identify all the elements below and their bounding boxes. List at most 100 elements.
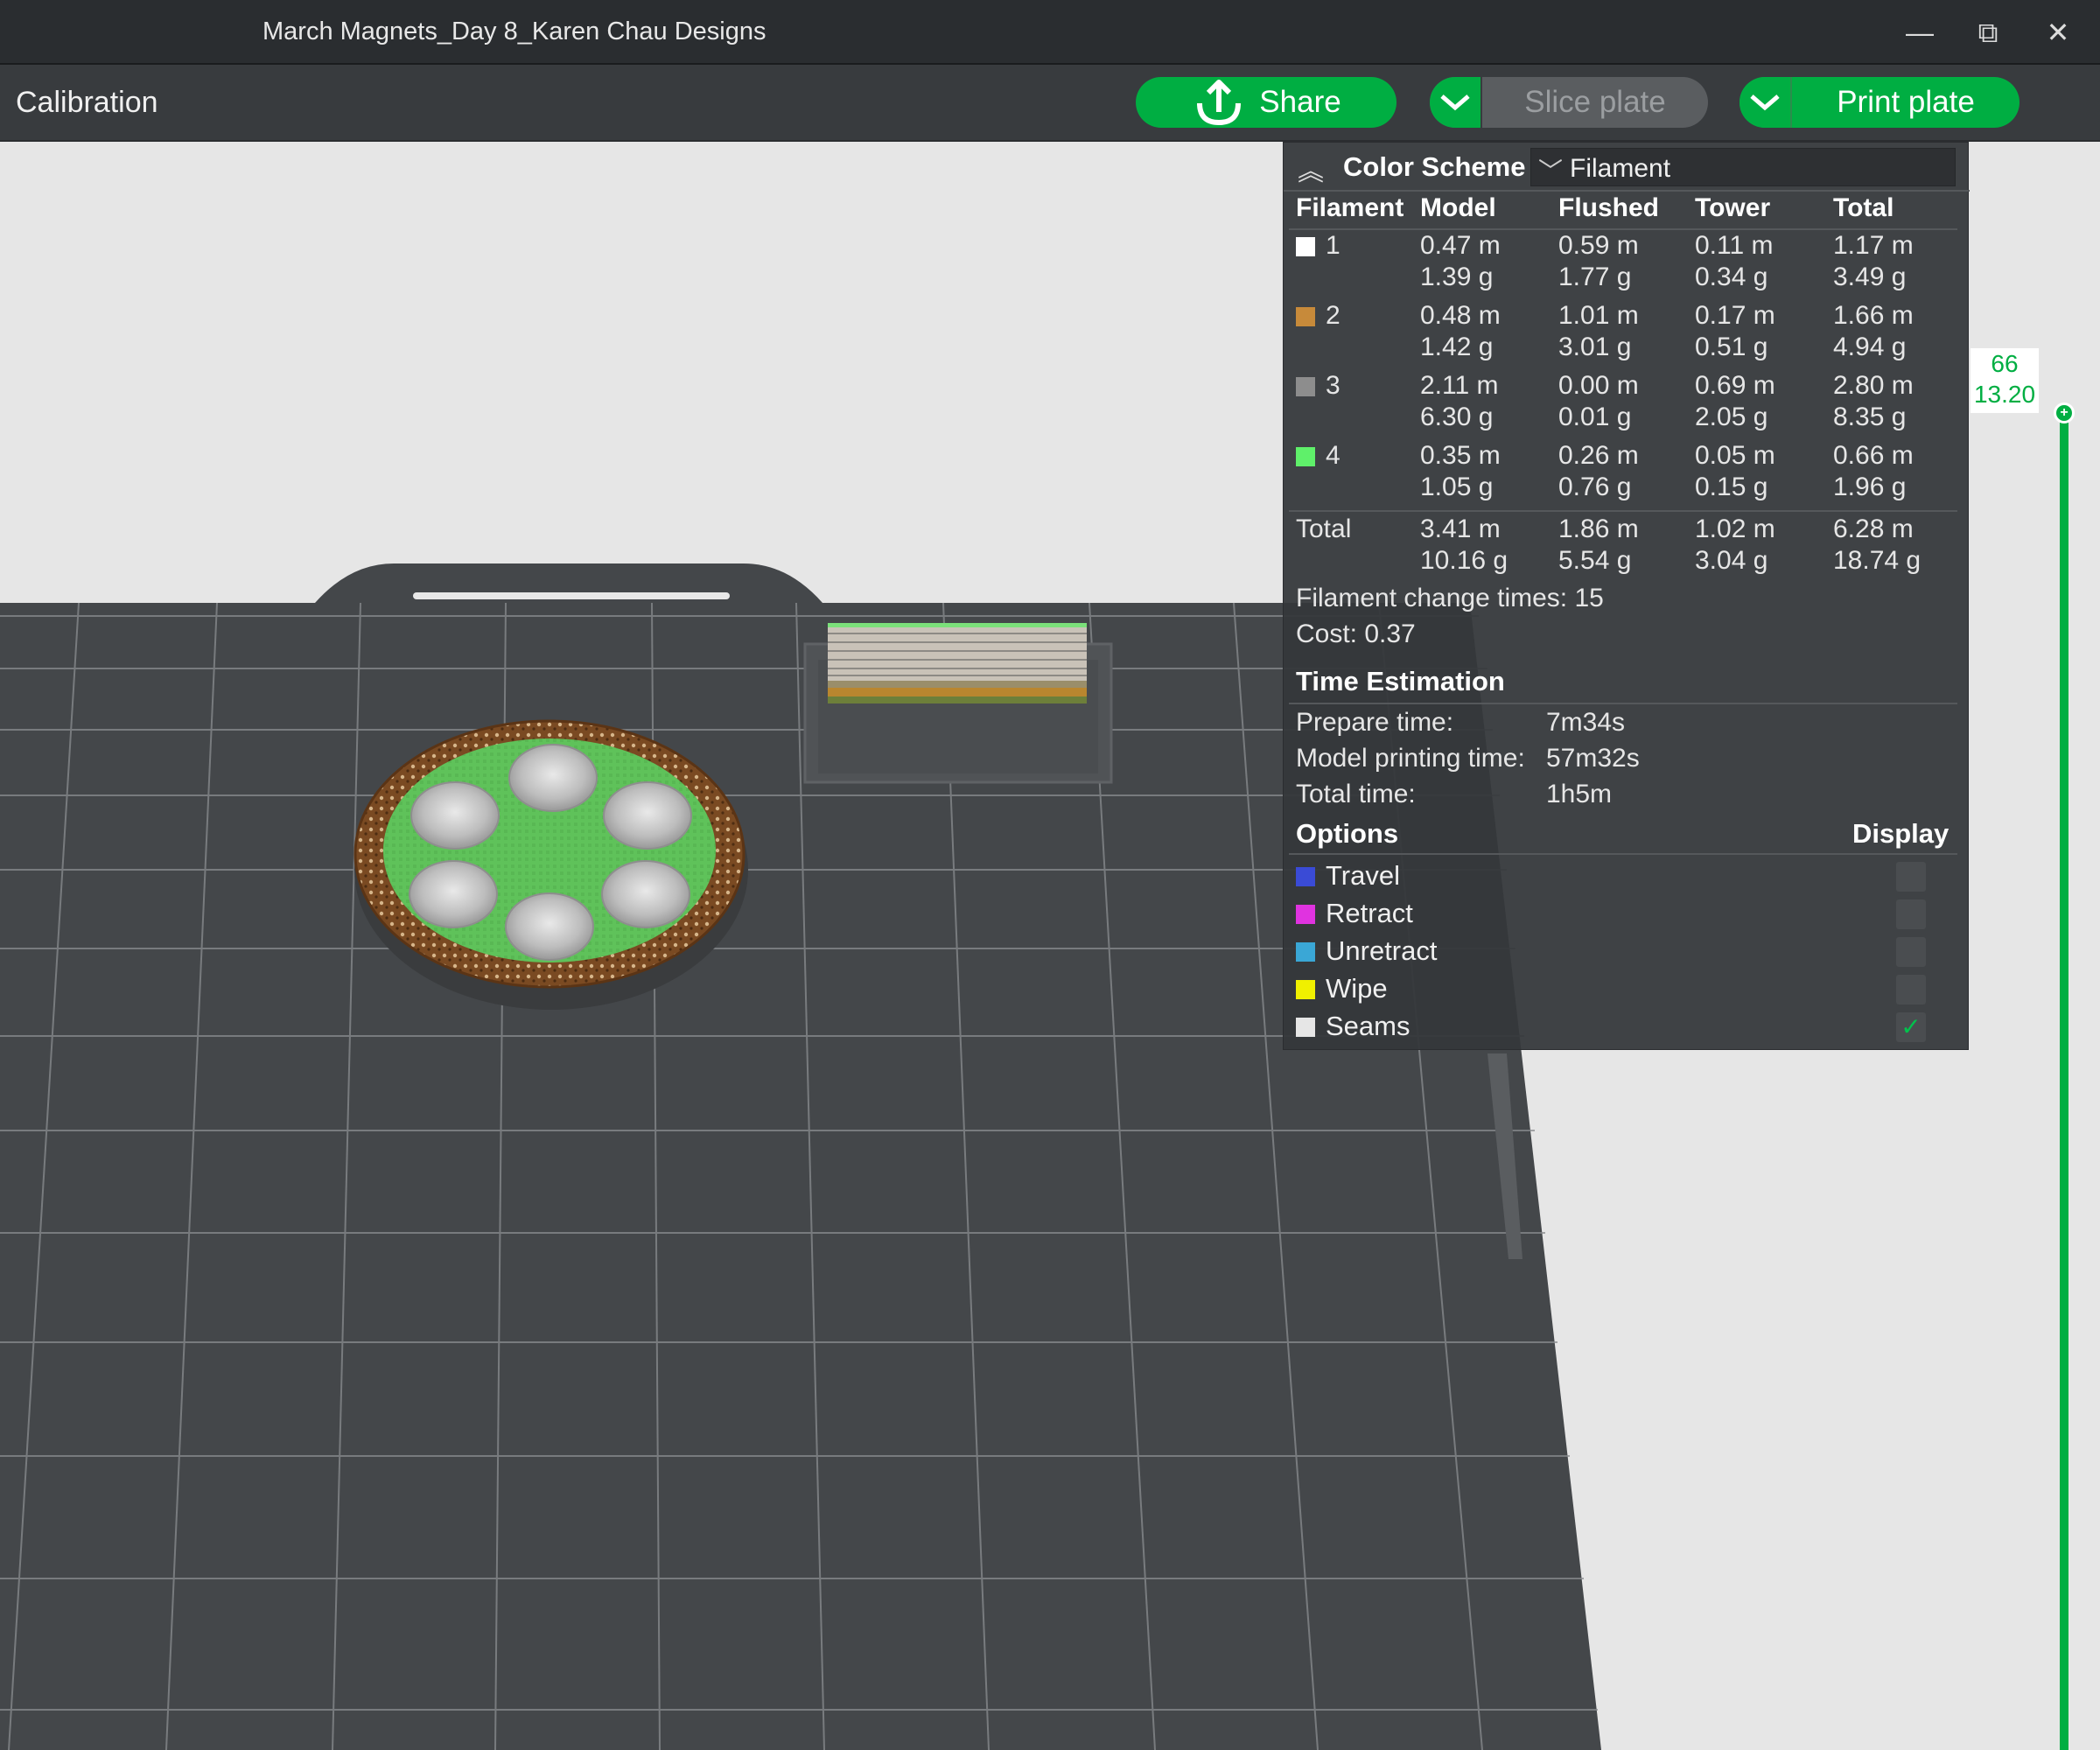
- option-wipe: Wipe: [1284, 971, 1970, 1009]
- layer-height: 13.20: [1973, 381, 2036, 408]
- filament-id: 2: [1326, 301, 1340, 330]
- total-weight: 8.35 g: [1833, 402, 1907, 431]
- total-length: 2.80 m: [1833, 371, 1914, 400]
- total-divider: [1289, 510, 1957, 512]
- prepare-time-value: 7m34s: [1546, 708, 1626, 737]
- tower-weight: 0.51 g: [1695, 332, 1768, 361]
- header-filament: Filament: [1296, 193, 1404, 222]
- total-time-value: 1h5m: [1546, 780, 1613, 808]
- layer-slider-track[interactable]: [2060, 413, 2068, 1750]
- options-title: Options: [1296, 818, 1399, 849]
- model-length: 0.35 m: [1420, 441, 1501, 470]
- total-tower-length: 1.02 m: [1695, 514, 1775, 543]
- layer-readout: 66 13.20: [1970, 348, 2039, 413]
- chevron-down-icon: [1440, 94, 1470, 111]
- collapse-icon[interactable]: ︽: [1298, 150, 1324, 188]
- chevron-down-icon: [1750, 94, 1780, 111]
- option-swatch: [1296, 867, 1315, 886]
- print-dropdown-button[interactable]: [1740, 77, 1792, 128]
- option-swatch: [1296, 905, 1315, 924]
- print-plate-button[interactable]: Print plate: [1792, 85, 2020, 120]
- total-tower-weight: 3.04 g: [1695, 546, 1768, 575]
- grand-total-length: 6.28 m: [1833, 514, 1914, 543]
- total-weight: 1.96 g: [1833, 472, 1907, 501]
- slice-plate-button[interactable]: Slice plate: [1482, 85, 1708, 120]
- slice-dropdown-button[interactable]: [1430, 77, 1482, 128]
- layer-slider-thumb[interactable]: +: [2054, 402, 2075, 424]
- option-travel: Travel: [1284, 858, 1970, 896]
- option-name: Travel: [1326, 860, 1400, 891]
- color-scheme-value: Filament: [1570, 154, 1671, 183]
- option-retract: Retract: [1284, 896, 1970, 934]
- filament-swatch: [1296, 447, 1315, 466]
- minimize-button[interactable]: —: [1895, 12, 1944, 52]
- option-seams-checkbox[interactable]: ✓: [1896, 1012, 1926, 1042]
- total-length: 1.17 m: [1833, 231, 1914, 260]
- total-length: 0.66 m: [1833, 441, 1914, 470]
- option-wipe-checkbox[interactable]: [1896, 975, 1926, 1004]
- slice-plate-group: Slice plate: [1430, 77, 1708, 128]
- flushed-length: 0.26 m: [1558, 441, 1639, 470]
- model-weight: 6.30 g: [1420, 402, 1494, 431]
- flushed-length: 1.01 m: [1558, 301, 1639, 330]
- grand-total-weight: 18.74 g: [1833, 546, 1922, 575]
- header-tower: Tower: [1695, 193, 1771, 222]
- time-estimation-title: Time Estimation: [1296, 666, 1505, 696]
- chevron-down-icon: ﹀: [1538, 158, 1564, 185]
- option-name: Unretract: [1326, 935, 1438, 966]
- model-length: 2.11 m: [1420, 371, 1499, 400]
- total-weight: 3.49 g: [1833, 262, 1907, 291]
- header-flushed: Flushed: [1558, 193, 1660, 222]
- flushed-weight: 0.01 g: [1558, 402, 1632, 431]
- share-button[interactable]: Share: [1136, 77, 1396, 128]
- tower-length: 0.17 m: [1695, 301, 1775, 330]
- layer-number: 66: [1991, 350, 2019, 377]
- filament-swatch: [1296, 307, 1315, 326]
- option-swatch: [1296, 942, 1315, 962]
- close-button[interactable]: ✕: [2034, 12, 2082, 52]
- tower-weight: 0.34 g: [1695, 262, 1768, 291]
- display-title: Display: [1852, 818, 1950, 849]
- filament-swatch: [1296, 377, 1315, 396]
- option-retract-checkbox[interactable]: [1896, 900, 1926, 929]
- tower-length: 0.11 m: [1695, 231, 1774, 260]
- total-flushed-weight: 5.54 g: [1558, 546, 1632, 575]
- total-weight: 4.94 g: [1833, 332, 1907, 361]
- share-label: Share: [1259, 85, 1341, 119]
- color-scheme-select[interactable]: ﹀ Filament: [1530, 148, 1956, 186]
- flushed-weight: 3.01 g: [1558, 332, 1632, 361]
- option-name: Wipe: [1326, 973, 1388, 1004]
- option-unretract-checkbox[interactable]: [1896, 937, 1926, 967]
- option-travel-checkbox[interactable]: [1896, 862, 1926, 892]
- total-model-weight: 10.16 g: [1420, 546, 1508, 575]
- filament-id: 1: [1326, 231, 1340, 260]
- filament-swatch: [1296, 237, 1315, 256]
- model-weight: 1.39 g: [1420, 262, 1494, 291]
- window-title: March Magnets_Day 8_Karen Chau Designs: [262, 18, 766, 46]
- model-weight: 1.05 g: [1420, 472, 1494, 501]
- color-scheme-label: Color Scheme: [1343, 151, 1526, 182]
- header-model: Model: [1420, 193, 1496, 222]
- share-icon: [1197, 80, 1242, 126]
- bed-tab-highlight: [413, 592, 730, 599]
- tower-weight: 2.05 g: [1695, 402, 1768, 431]
- model-weight: 1.42 g: [1420, 332, 1494, 361]
- restore-button[interactable]: ⧉: [1964, 12, 2012, 52]
- model-printing-time-value: 57m32s: [1546, 744, 1640, 773]
- option-seams: Seams ✓: [1284, 1009, 1970, 1046]
- option-name: Seams: [1326, 1011, 1410, 1041]
- total-flushed-length: 1.86 m: [1558, 514, 1639, 543]
- model-length: 0.48 m: [1420, 301, 1501, 330]
- filament-id: 3: [1326, 371, 1340, 400]
- flushed-length: 0.59 m: [1558, 231, 1639, 260]
- filament-change-times: Filament change times: 15: [1296, 584, 1604, 612]
- total-label: Total: [1296, 514, 1352, 543]
- tower-length: 0.69 m: [1695, 371, 1775, 400]
- total-model-length: 3.41 m: [1420, 514, 1501, 543]
- calibration-tab[interactable]: Calibration: [16, 86, 158, 120]
- tower-weight: 0.15 g: [1695, 472, 1768, 501]
- filament-id: 4: [1326, 441, 1340, 470]
- option-unretract: Unretract: [1284, 934, 1970, 971]
- cost: Cost: 0.37: [1296, 620, 1416, 648]
- option-swatch: [1296, 1018, 1315, 1037]
